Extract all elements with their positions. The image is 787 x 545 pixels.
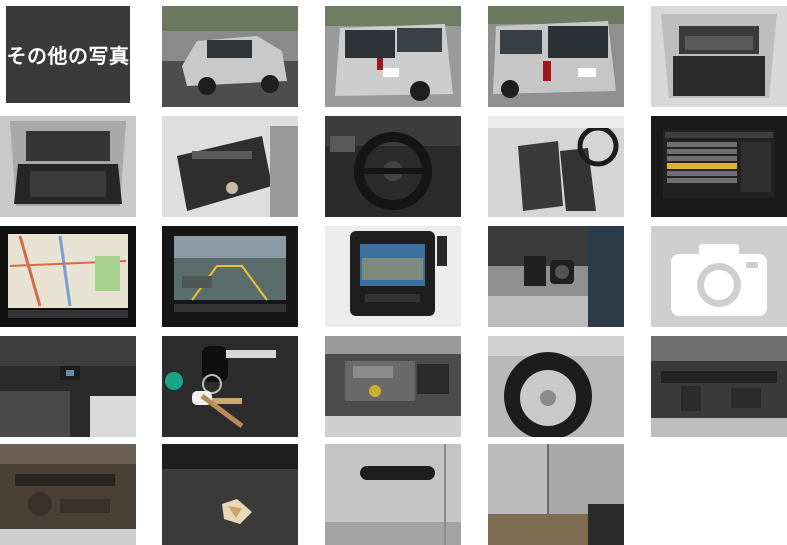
photo-navigation-map-screen[interactable] (0, 226, 136, 327)
photo-cargo-area-interior[interactable] (0, 116, 136, 217)
photo-car-rear-three-quarter[interactable] (488, 6, 624, 107)
photo-gallery: その他の写真 (0, 0, 787, 545)
photo-door-panel-damage[interactable] (488, 444, 624, 545)
photo-power-outlet[interactable] (488, 226, 624, 327)
camera-icon (671, 244, 767, 316)
photo-steering-wheel-dashboard[interactable] (325, 116, 461, 217)
photo-undercarriage-front[interactable] (651, 336, 787, 437)
photo-seat-damage[interactable] (162, 444, 298, 545)
photo-navigation-menu-screen[interactable] (651, 116, 787, 217)
photo-rear-camera-screen[interactable] (162, 226, 298, 327)
other-photos-label-tile: その他の写真 (6, 6, 130, 103)
photo-wheel-tire[interactable] (488, 336, 624, 437)
photo-undercarriage-rear[interactable] (0, 444, 136, 545)
photo-door-handle[interactable] (325, 444, 461, 545)
photo-front-seats[interactable] (488, 116, 624, 217)
photo-cargo-area-open[interactable] (651, 6, 787, 107)
photo-dash-camera[interactable] (325, 226, 461, 327)
photo-under-dash[interactable] (0, 336, 136, 437)
photo-rear-seat[interactable] (162, 116, 298, 217)
photo-no-image-placeholder[interactable] (651, 226, 787, 327)
photo-car-rear[interactable] (325, 6, 461, 107)
photo-car-front-three-quarter[interactable] (162, 6, 298, 107)
other-photos-label: その他の写真 (6, 44, 130, 68)
photo-car-keys[interactable] (162, 336, 298, 437)
photo-engine-bay[interactable] (325, 336, 461, 437)
